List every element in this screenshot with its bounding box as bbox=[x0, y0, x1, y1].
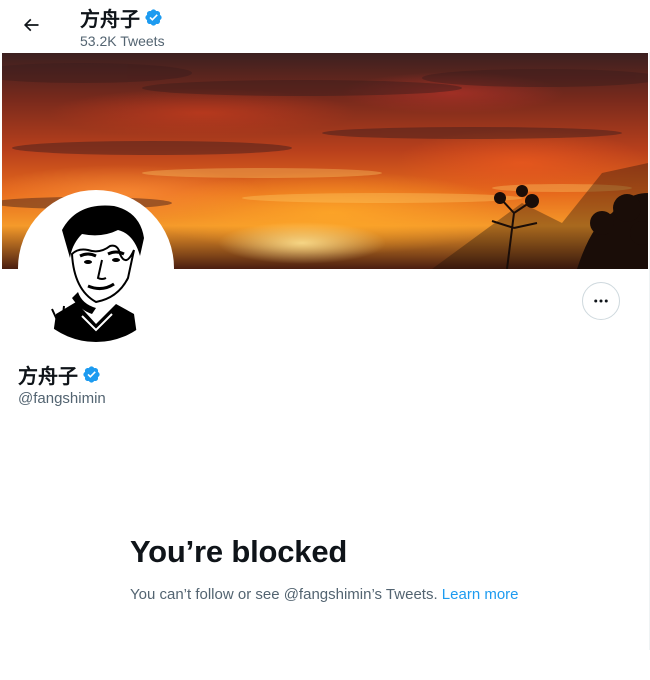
header-title: 方舟子 bbox=[80, 3, 163, 32]
more-options-icon bbox=[594, 299, 608, 303]
more-options-button[interactable] bbox=[582, 282, 620, 320]
profile-avatar[interactable] bbox=[18, 190, 174, 346]
learn-more-link[interactable]: Learn more bbox=[442, 586, 519, 603]
top-bar: 方舟子 53.2K Tweets bbox=[0, 0, 650, 52]
avatar-portrait-image bbox=[22, 194, 170, 342]
profile-page: 方舟子 53.2K Tweets 方舟子 @fangshimin You’re … bbox=[0, 0, 650, 650]
blocked-title: You’re blocked bbox=[130, 534, 348, 569]
profile-name-text: 方舟子 bbox=[18, 366, 78, 388]
header-display-name: 方舟子 bbox=[80, 9, 140, 31]
blocked-message: You can’t follow or see @fangshimin’s Tw… bbox=[130, 584, 530, 606]
profile-display-name: 方舟子 bbox=[18, 360, 101, 389]
arrow-left-icon bbox=[23, 18, 39, 32]
back-button[interactable] bbox=[14, 8, 48, 42]
verified-badge-icon bbox=[83, 366, 100, 383]
profile-handle: @fangshimin bbox=[18, 390, 106, 407]
blocked-message-text: You can’t follow or see @fangshimin’s Tw… bbox=[130, 586, 438, 603]
tweet-count: 53.2K Tweets bbox=[80, 33, 165, 49]
verified-badge-icon bbox=[145, 9, 162, 26]
